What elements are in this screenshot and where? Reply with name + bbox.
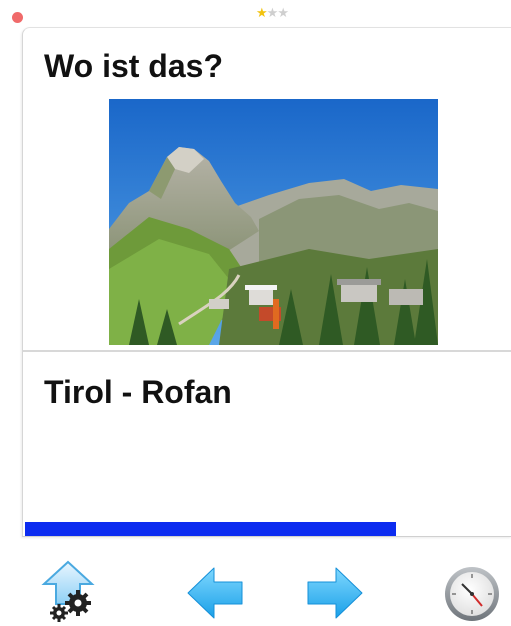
bottom-toolbar [0,540,511,626]
star-filled-icon: ★ [256,6,268,21]
star-empty-icon: ★ [266,6,279,21]
settings-button[interactable] [36,540,100,626]
progress-fill [25,522,397,536]
status-dot [12,12,23,23]
settings-gear-icon [41,560,95,622]
answer-text: Tirol - Rofan [44,374,232,410]
flashcard[interactable]: Wo ist das? Tirol - Rofan [22,27,511,537]
card-divider [23,350,511,352]
question-text: Wo ist das? [44,48,223,84]
progress-bar [25,522,510,536]
mountain-photo [109,99,438,345]
previous-button[interactable] [184,540,248,626]
next-button[interactable] [302,540,366,626]
rating-stars: ★★★ [256,6,289,22]
clock-button[interactable] [440,540,504,626]
clock-icon [445,567,499,621]
star-empty-icon: ★ [277,6,289,21]
arrow-left-icon [187,567,243,619]
arrow-right-icon [307,567,363,619]
